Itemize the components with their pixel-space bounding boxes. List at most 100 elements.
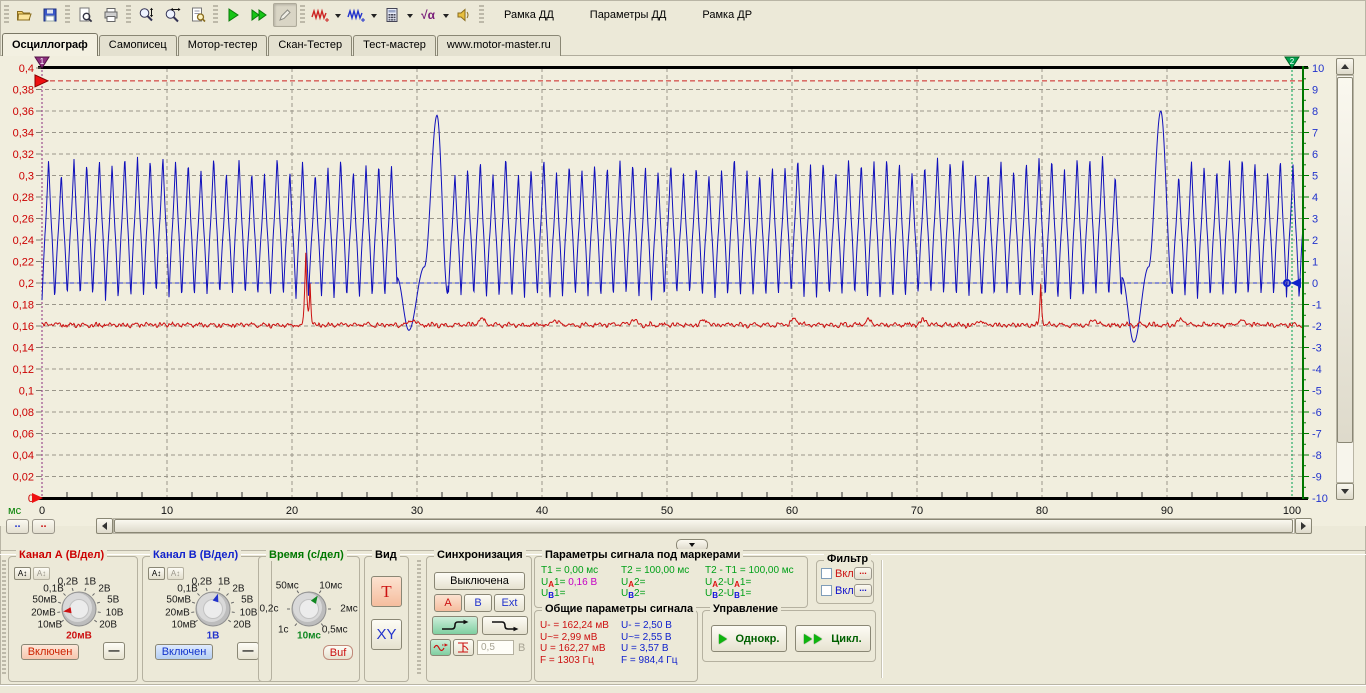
buffer-button[interactable]: Buf	[323, 645, 353, 660]
menu-ramka-dd[interactable]: Рамка ДД	[500, 7, 558, 23]
knob-selected-value: 20мВ	[66, 631, 92, 642]
knob-scale-label: 1с	[278, 624, 289, 635]
sync-falling-edge-button[interactable]	[482, 616, 528, 635]
sound-button[interactable]	[452, 3, 476, 27]
sync-rising-edge-button[interactable]	[432, 616, 478, 635]
tab-test-master[interactable]: Тест-мастер	[353, 35, 436, 56]
svg-text:0,2: 0,2	[19, 278, 34, 290]
start-cyclic-button[interactable]	[247, 3, 271, 27]
menu-params-dd[interactable]: Параметры ДД	[586, 7, 671, 23]
print-button[interactable]	[99, 3, 123, 27]
open-file-button[interactable]	[12, 3, 36, 27]
zoom-horizontal-icon	[164, 7, 181, 23]
generator-b-button[interactable]	[344, 3, 368, 27]
vscroll-down-button[interactable]	[1336, 483, 1354, 500]
tab-website[interactable]: www.motor-master.ru	[437, 35, 561, 56]
edit-button[interactable]	[273, 3, 297, 27]
channel-a-range-knob[interactable]: 10мВ20мВ50мВ0,1В0,2В1В2В5В10В20В20мВ	[9, 557, 137, 681]
filter-b-settings-button[interactable]: ...	[854, 584, 872, 597]
calculator-button[interactable]	[380, 3, 404, 27]
zoom-vertical-icon	[138, 7, 155, 23]
hscroll-right-button[interactable]	[1295, 518, 1312, 534]
save-file-button[interactable]	[38, 3, 62, 27]
run-single-button[interactable]: Однокр.	[711, 625, 787, 652]
math-functions-button[interactable]: √α	[416, 3, 440, 27]
tab-recorder[interactable]: Самописец	[99, 35, 177, 56]
sync-off-button[interactable]: Выключена	[434, 572, 525, 590]
zoom-time-button[interactable]	[160, 3, 184, 27]
fast-forward-icon	[250, 7, 268, 23]
hscroll-thumb[interactable]	[114, 519, 1293, 533]
sync-source-a-button[interactable]: А	[434, 594, 462, 612]
marker-a-values-button[interactable]: ..	[6, 519, 29, 534]
knob-scale-label: 0,5мс	[322, 624, 348, 635]
svg-text:0,02: 0,02	[13, 472, 34, 484]
signal-inspector-button[interactable]	[186, 3, 210, 27]
filter-a-settings-button[interactable]: ...	[854, 567, 872, 580]
sync-source-ext-button[interactable]: Ext	[494, 594, 525, 612]
hscroll-left-button[interactable]	[96, 518, 113, 534]
knob-scale-label: 20В	[233, 620, 251, 631]
vscroll-up-button[interactable]	[1336, 58, 1354, 75]
svg-text:10: 10	[1312, 63, 1324, 75]
marker-params-row: T1 = 0,00 мсT2 = 100,00 мсT2 - T1 = 100,…	[535, 565, 807, 576]
generator-b-dropdown[interactable]	[369, 4, 378, 26]
sqrt-alpha-icon: √α	[421, 8, 435, 22]
oscilloscope-plot[interactable]: 0,40,380,360,340,320,30,280,260,240,220,…	[0, 56, 1366, 526]
calculator-dropdown[interactable]	[405, 4, 414, 26]
knob-scale-label: 2В	[232, 584, 244, 595]
start-single-button[interactable]	[221, 3, 245, 27]
view-xy-button[interactable]: XY	[371, 619, 402, 650]
menu-ramka-dr[interactable]: Рамка ДР	[698, 7, 756, 23]
vscroll-thumb[interactable]	[1337, 77, 1353, 443]
knob-scale-label: 2В	[98, 584, 110, 595]
knob-scale-label: 10мВ	[172, 620, 197, 631]
channel-b-invert-button[interactable]: —	[237, 642, 259, 660]
marker-b-values-button[interactable]: ..	[32, 519, 55, 534]
svg-text:-7: -7	[1312, 429, 1322, 441]
divider	[881, 560, 883, 678]
svg-text:80: 80	[1036, 505, 1048, 517]
svg-text:90: 90	[1161, 505, 1173, 517]
toolbar-gripper	[213, 5, 218, 25]
print-preview-button[interactable]	[73, 3, 97, 27]
channel-a-power-button[interactable]: Включен	[21, 644, 79, 660]
sync-source-b-button[interactable]: В	[464, 594, 492, 612]
channel-b-range-knob[interactable]: 10мВ20мВ50мВ0,1В0,2В1В2В5В10В20В1В	[143, 557, 271, 681]
svg-text:0,14: 0,14	[13, 343, 34, 355]
timebase-knob[interactable]: 1с0,2с50мс10мс2мс0,5мс10мс	[259, 557, 359, 681]
filter-b-checkbox[interactable]	[821, 585, 832, 596]
svg-text:10: 10	[161, 505, 173, 517]
view-t-button[interactable]: Т	[371, 576, 402, 607]
svg-text:0,18: 0,18	[13, 300, 34, 312]
tab-scan-tester[interactable]: Скан-Тестер	[268, 35, 352, 56]
generator-a-dropdown[interactable]	[333, 4, 342, 26]
tab-oscillograph[interactable]: Осциллограф	[2, 33, 98, 56]
marker-params-row: UА1= 0,16 ВUА2=UА2-UА1=	[535, 577, 807, 588]
svg-text:30: 30	[411, 505, 423, 517]
knob-scale-label: 5В	[107, 595, 119, 606]
svg-text:1: 1	[40, 57, 45, 66]
channel-b-power-button[interactable]: Включен	[155, 644, 213, 660]
filter-a-checkbox[interactable]	[821, 568, 832, 579]
sync-mode-auto-button[interactable]	[430, 639, 451, 656]
svg-text:-10: -10	[1312, 493, 1328, 505]
sync-threshold-input[interactable]	[477, 640, 514, 655]
knob-scale-label: 50мВ	[166, 595, 191, 606]
marker-params-title: Параметры сигнала под маркерами	[542, 549, 743, 561]
marker-params-cell: UА2=	[621, 577, 645, 589]
run-cyclic-label: Цикл.	[831, 633, 861, 645]
channel-a-invert-button[interactable]: —	[103, 642, 125, 660]
math-functions-dropdown[interactable]	[441, 4, 450, 26]
tab-bar: Осциллограф Самописец Мотор-тестер Скан-…	[0, 30, 1366, 56]
marker-params-cell: T2 - T1 = 100,00 мс	[705, 565, 794, 576]
sync-mode-level-button[interactable]	[453, 639, 474, 656]
svg-text:2: 2	[1290, 57, 1295, 66]
generator-a-button[interactable]	[308, 3, 332, 27]
run-cyclic-button[interactable]: Цикл.	[795, 625, 871, 652]
tab-motor-tester[interactable]: Мотор-тестер	[178, 35, 268, 56]
common-param-line: U = 3,57 В	[621, 643, 677, 655]
svg-text:9: 9	[1312, 85, 1318, 97]
zoom-amplitude-button[interactable]	[134, 3, 158, 27]
svg-text:мс: мс	[8, 505, 22, 517]
